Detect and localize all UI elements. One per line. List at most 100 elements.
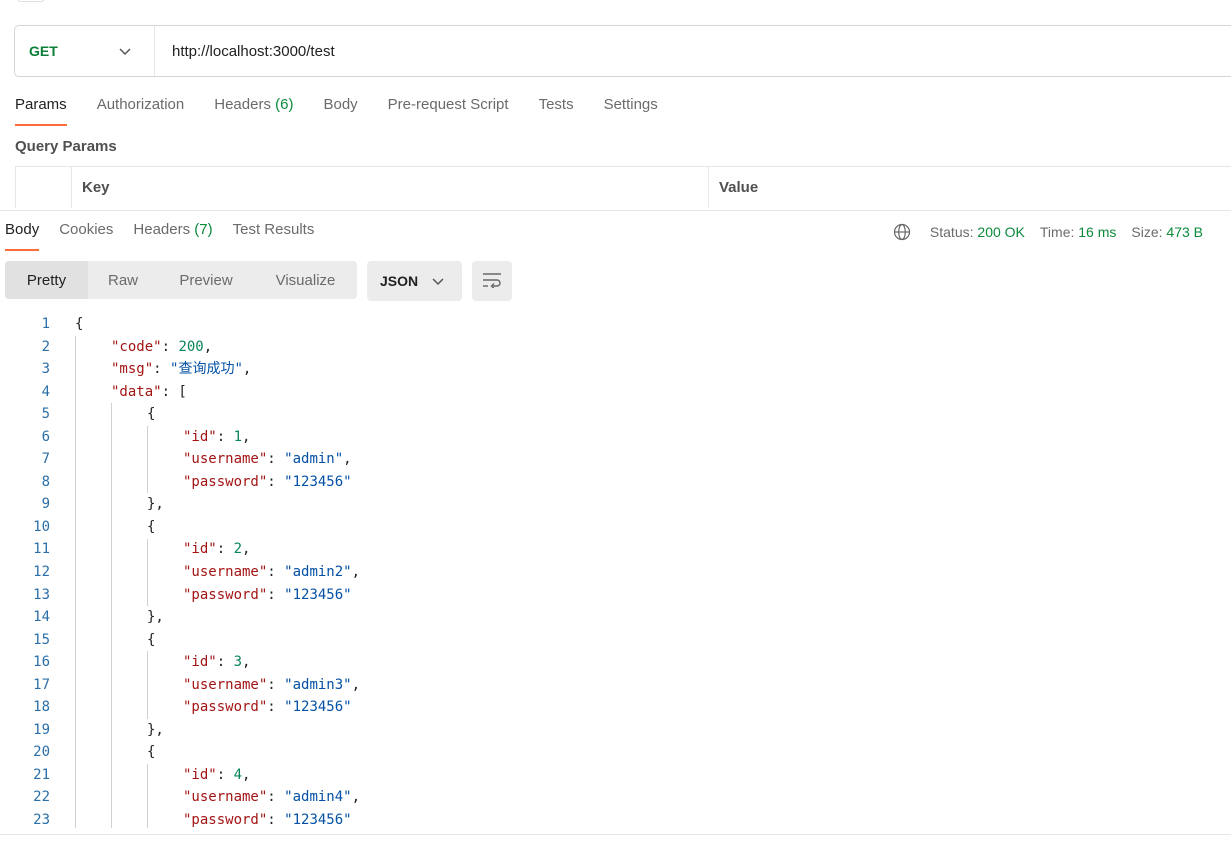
indent-guide [75, 335, 76, 828]
code-token: 200 [178, 338, 204, 355]
code-token: { [147, 631, 156, 648]
tab-label: Body [5, 221, 40, 238]
code-text: { [147, 403, 155, 426]
query-params-title: Query Params [15, 138, 117, 155]
size-label: Size: [1131, 224, 1163, 240]
line-number: 14 [33, 609, 50, 626]
bottom-divider [0, 834, 1231, 835]
code-token: : [216, 541, 234, 558]
globe-icon[interactable] [893, 223, 911, 241]
method-label: GET [29, 43, 58, 59]
code-token: "admin2" [284, 564, 352, 581]
code-line: 19}, [0, 719, 1231, 742]
code-text: { [147, 629, 155, 652]
top-tab-stub [17, 0, 45, 2]
code-token: , [203, 338, 213, 355]
code-text: "id": 1, [183, 426, 250, 449]
method-select[interactable]: GET [15, 26, 155, 76]
tab-params[interactable]: Params [15, 96, 67, 126]
indent-guide [147, 538, 148, 607]
code-line: 22 "username": "admin4", [0, 786, 1231, 809]
code-line: 3 "msg": "查询成功", [0, 358, 1231, 381]
tab-response-body[interactable]: Body [5, 221, 40, 251]
code-text: "password": "123456" [183, 471, 352, 494]
code-text: "data": [ [111, 381, 187, 404]
code-token: : [161, 338, 179, 355]
code-token: , [242, 428, 251, 445]
code-line: 15 { [0, 629, 1231, 652]
pane-divider[interactable] [0, 210, 1231, 211]
line-number: 16 [33, 654, 50, 671]
code-token: "123456" [284, 473, 352, 490]
code-token: }, [147, 609, 164, 626]
code-token: "id" [183, 766, 217, 783]
code-text: { [147, 516, 155, 539]
tab-settings[interactable]: Settings [604, 96, 658, 126]
code-token: : [267, 564, 285, 581]
tab-cookies[interactable]: Cookies [59, 221, 113, 251]
code-token: : [153, 361, 171, 378]
tab-response-headers[interactable]: Headers (7) [133, 221, 212, 251]
status-indicator[interactable]: Status: 200 OK [930, 224, 1025, 240]
code-token: { [75, 316, 84, 332]
code-token: , [242, 766, 251, 783]
tab-authorization[interactable]: Authorization [97, 96, 185, 126]
view-preview[interactable]: Preview [158, 261, 254, 299]
code-text: { [147, 741, 155, 764]
code-text: { [75, 313, 83, 336]
code-token: : [216, 766, 234, 783]
size-indicator[interactable]: Size: 473 B [1131, 224, 1203, 240]
code-token: "123456" [284, 812, 352, 828]
view-raw[interactable]: Raw [88, 261, 158, 299]
code-line: 18 "password": "123456" [0, 696, 1231, 719]
code-line: 5{ [0, 403, 1231, 426]
tab-label: Settings [603, 96, 658, 113]
code-line: 14}, [0, 606, 1231, 629]
code-token: }, [147, 496, 164, 513]
code-line: 21 "id": 4, [0, 764, 1231, 787]
code-text: "password": "123456" [183, 696, 352, 719]
code-line: 9}, [0, 493, 1231, 516]
tab-label: Headers [133, 221, 191, 238]
code-token: , [351, 564, 361, 581]
code-line: 2 "code": 200, [0, 336, 1231, 359]
tab-label: Headers [214, 96, 271, 113]
code-text: "username": "admin", [183, 448, 352, 471]
query-params-table: Key Value [15, 166, 1231, 208]
time-indicator[interactable]: Time: 16 ms [1040, 224, 1117, 240]
code-token: "password" [183, 473, 268, 490]
code-text: "username": "admin4", [183, 786, 360, 809]
code-token: "admin3" [284, 676, 352, 693]
line-number: 8 [41, 473, 50, 490]
response-tabs: Body Cookies Headers (7) Test Results [5, 221, 334, 251]
tab-label: Pre-request Script [387, 96, 509, 113]
tab-pre-request-script[interactable]: Pre-request Script [388, 96, 509, 126]
format-select[interactable]: JSON [367, 261, 462, 301]
tab-label: Authorization [96, 96, 185, 113]
code-token: , [242, 654, 251, 671]
view-pretty[interactable]: Pretty [5, 261, 88, 299]
response-body-viewer[interactable]: 1{2 "code": 200, 3 "msg": "查询成功", 4 "data": [… [0, 313, 1231, 828]
code-token: 2 [233, 541, 243, 558]
code-token: "查询成功" [170, 361, 243, 378]
tab-label: Cookies [59, 221, 114, 238]
tab-headers[interactable]: Headers (6) [214, 96, 293, 126]
line-number: 23 [33, 812, 50, 828]
code-token: , [351, 676, 361, 693]
code-token: { [147, 518, 156, 535]
tab-test-results[interactable]: Test Results [233, 221, 315, 251]
response-meta: Status: 200 OK Time: 16 ms Size: 473 B [893, 222, 1203, 242]
code-token: "admin4" [284, 789, 352, 806]
tab-tests[interactable]: Tests [539, 96, 574, 126]
view-visualize[interactable]: Visualize [254, 261, 357, 299]
code-text: "id": 3, [183, 651, 250, 674]
line-number: 6 [41, 428, 50, 445]
line-number: 9 [41, 496, 50, 513]
wrap-lines-button[interactable] [472, 261, 512, 301]
code-token: "username" [183, 676, 268, 693]
line-number: 11 [33, 541, 50, 558]
tab-body[interactable]: Body [323, 96, 357, 126]
url-input[interactable] [170, 41, 1070, 61]
code-token: "username" [183, 564, 268, 581]
code-token: "username" [183, 789, 268, 806]
